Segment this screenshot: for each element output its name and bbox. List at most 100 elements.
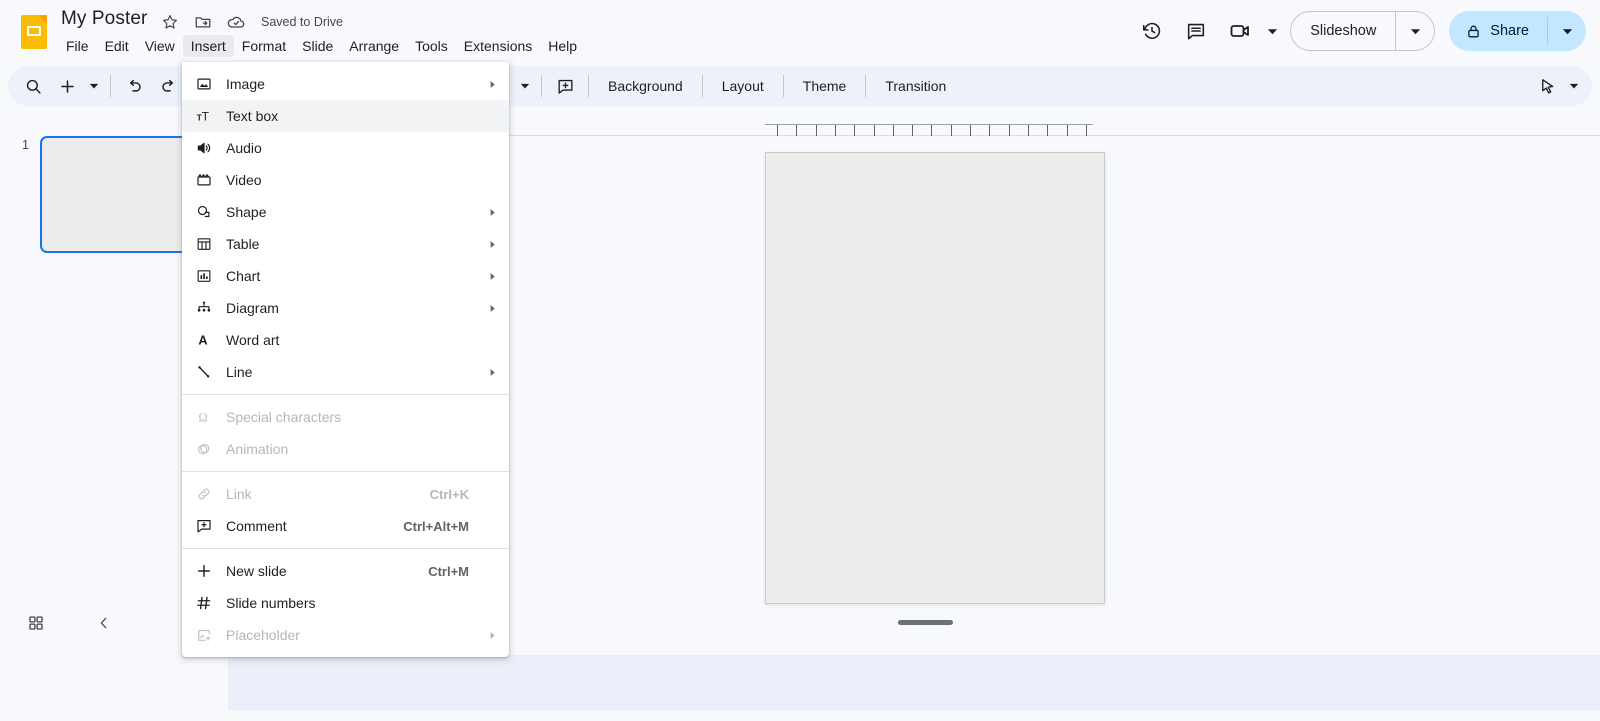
toolbar-divider-2 [541, 75, 542, 97]
slideshow-button[interactable]: Slideshow [1291, 12, 1395, 50]
menu-item-label: Image [226, 76, 265, 92]
toolbar-divider-5 [782, 75, 784, 97]
menu-item-new-slide[interactable]: New slide Ctrl+M [182, 555, 509, 587]
layout-button[interactable]: Layout [709, 69, 777, 103]
menu-item-text-box[interactable]: T T Text box [182, 100, 509, 132]
page-title[interactable]: My Poster [61, 8, 147, 30]
background-button[interactable]: Background [595, 69, 696, 103]
new-slide-chevron-down-icon[interactable] [84, 69, 104, 103]
menu-extensions[interactable]: Extensions [456, 35, 540, 57]
menu-insert[interactable]: Insert [182, 35, 234, 57]
menu-item-label: Diagram [226, 300, 279, 316]
video-camera-icon[interactable] [1220, 11, 1260, 51]
speaker-notes-panel[interactable] [228, 655, 1600, 710]
share-button-group: Share [1449, 11, 1586, 51]
slide-canvas[interactable] [765, 152, 1105, 604]
ruler-tick [970, 125, 971, 136]
ruler-tick [1008, 125, 1010, 136]
placeholder-icon [182, 626, 226, 644]
plus-icon [182, 562, 226, 580]
menu-item-label: Comment [226, 518, 287, 534]
move-to-folder-icon[interactable] [193, 12, 213, 32]
ruler-tick [796, 125, 798, 136]
menu-divider [182, 394, 509, 395]
horizontal-scrollbar[interactable] [898, 620, 953, 625]
toolbar-divider-6 [865, 75, 867, 97]
menu-item-shortcut: Ctrl+Alt+M [403, 518, 469, 534]
insert-menu-panel: Image T T Text box Audio Video Shape Table Chart… [182, 62, 509, 657]
menu-item-label: Placeholder [226, 627, 300, 643]
meet-chevron-down-icon[interactable] [1264, 23, 1280, 39]
line-chevron-down-icon[interactable] [515, 69, 535, 103]
ruler-tick [1027, 125, 1029, 136]
menu-item-table[interactable]: Table [182, 228, 509, 260]
menu-tools[interactable]: Tools [407, 35, 456, 57]
submenu-arrow-icon [483, 631, 501, 640]
menu-divider [182, 548, 509, 549]
new-slide-plus-icon[interactable] [50, 69, 84, 103]
menu-item-word-art[interactable]: A Word art [182, 324, 509, 356]
slides-app-window: My Poster Saved to Drive File Edit View … [0, 0, 1600, 721]
menu-item-video[interactable]: Video [182, 164, 509, 196]
chevron-left-icon[interactable] [84, 603, 124, 643]
slideshow-chevron-down-icon[interactable] [1396, 12, 1434, 50]
star-icon[interactable] [160, 12, 180, 32]
menu-item-diagram[interactable]: Diagram [182, 292, 509, 324]
top-right-actions: Slideshow Share [1132, 8, 1586, 54]
search-icon[interactable] [16, 69, 50, 103]
ruler-tick [854, 125, 856, 136]
ruler-tick [1047, 125, 1049, 136]
menu-help[interactable]: Help [540, 35, 585, 57]
cloud-saved-icon[interactable] [226, 12, 246, 32]
undo-icon[interactable] [117, 69, 151, 103]
menu-item-shape[interactable]: Shape [182, 196, 509, 228]
menu-view[interactable]: View [137, 35, 183, 57]
menu-item-label: Slide numbers [226, 595, 316, 611]
menu-item-comment[interactable]: Comment Ctrl+Alt+M [182, 510, 509, 542]
menu-file[interactable]: File [58, 35, 97, 57]
menu-item-slide-numbers[interactable]: Slide numbers [182, 587, 509, 619]
toolbar-divider-3 [588, 75, 589, 97]
version-history-icon[interactable] [1132, 11, 1172, 51]
omega-icon: Ω [182, 408, 226, 426]
menu-item-audio[interactable]: Audio [182, 132, 509, 164]
ruler-track [765, 124, 1093, 136]
add-comment-icon [182, 517, 226, 535]
toolbar-divider-1 [110, 75, 111, 97]
animation-icon [182, 440, 226, 458]
bottom-strip [0, 710, 1600, 721]
ruler-tick [989, 125, 991, 136]
ruler-tick [1085, 125, 1087, 136]
cursor-chevron-down-icon[interactable] [1564, 69, 1584, 103]
menu-item-image[interactable]: Image [182, 68, 509, 100]
comment-history-icon[interactable] [1176, 11, 1216, 51]
submenu-arrow-icon [483, 208, 501, 217]
menu-item-special-characters: Ω Special characters [182, 401, 509, 433]
transition-button[interactable]: Transition [872, 69, 959, 103]
menu-slide[interactable]: Slide [294, 35, 341, 57]
svg-text:T: T [201, 109, 208, 123]
menu-item-label: Animation [226, 441, 289, 457]
menu-edit[interactable]: Edit [97, 35, 137, 57]
share-button[interactable]: Share [1449, 11, 1547, 51]
line-icon [182, 363, 226, 381]
menu-bar: File Edit View Insert Format Slide Arran… [58, 35, 585, 57]
share-chevron-down-icon[interactable] [1548, 11, 1586, 51]
menu-item-chart[interactable]: Chart [182, 260, 509, 292]
add-comment-icon[interactable] [548, 69, 582, 103]
grid-view-icon[interactable] [16, 603, 56, 643]
menu-arrange[interactable]: Arrange [341, 35, 407, 57]
theme-button[interactable]: Theme [790, 69, 860, 103]
submenu-arrow-icon [483, 240, 501, 249]
menu-format[interactable]: Format [234, 35, 294, 57]
svg-text:A: A [198, 333, 207, 348]
menu-item-shortcut: Ctrl+K [429, 486, 469, 502]
image-icon [182, 75, 226, 93]
menu-item-label: Table [226, 236, 260, 252]
menu-item-shortcut: Ctrl+M [428, 563, 469, 579]
menu-item-line[interactable]: Line [182, 356, 509, 388]
word-art-icon: A [182, 331, 226, 349]
redo-icon[interactable] [151, 69, 185, 103]
submenu-arrow-icon [483, 304, 501, 313]
select-cursor-icon[interactable] [1530, 69, 1564, 103]
